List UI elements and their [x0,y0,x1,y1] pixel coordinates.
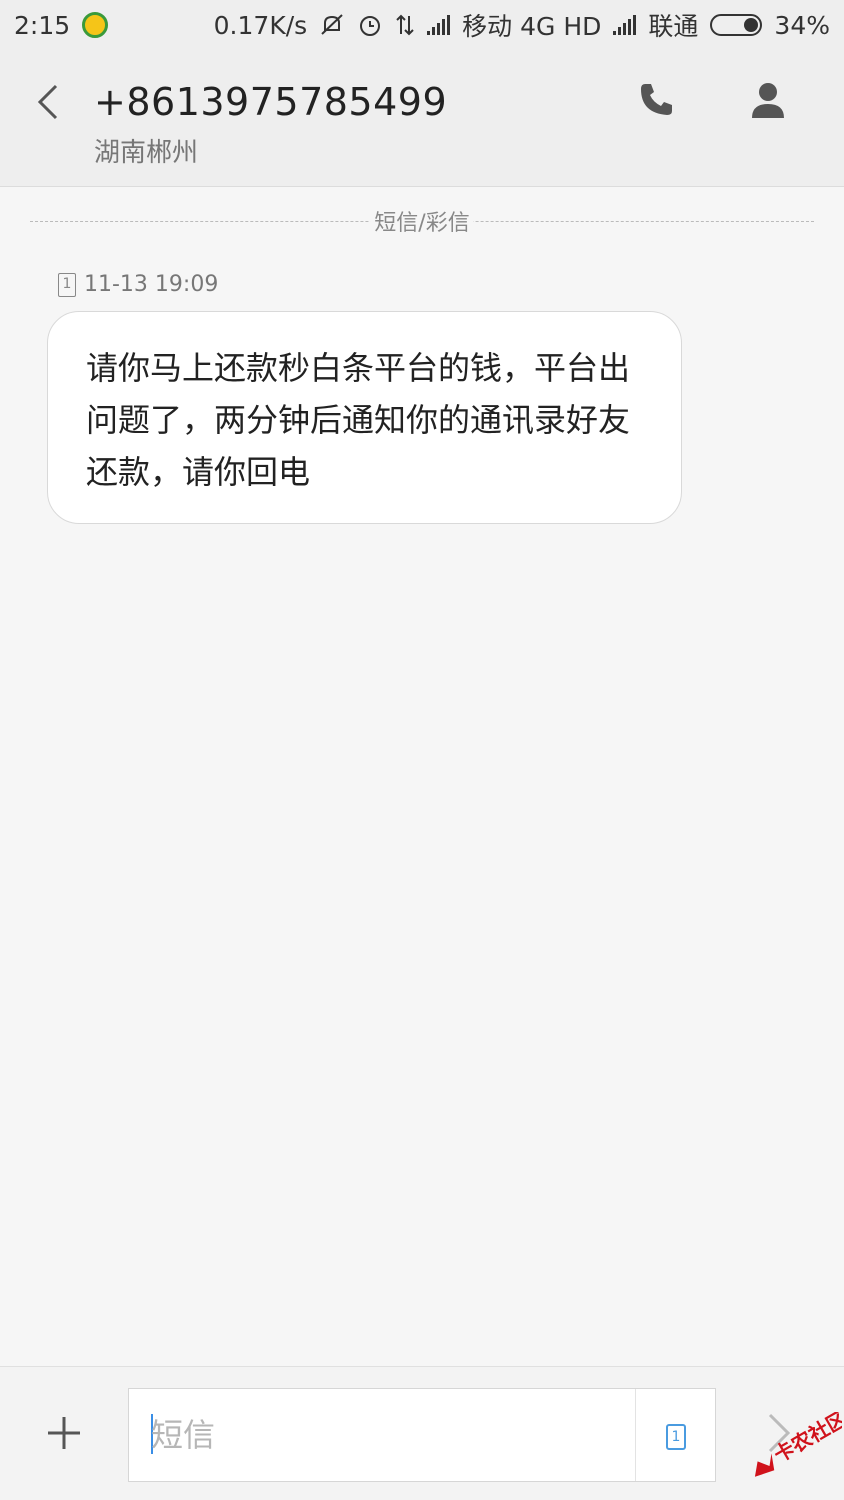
message-text: 请你马上还款秒白条平台的钱，平台出问题了，两分钟后通知你的通讯录好友还款，请你回… [86,349,631,491]
phone-call-icon[interactable] [636,80,676,120]
message-timestamp: 11-13 19:09 [84,272,219,297]
status-bar: 2:15 0.17K/s 移动 4G HD 联通 34% [0,0,844,50]
alarm-icon [357,12,383,38]
battery-level: 34% [774,10,830,40]
signal-2-icon [613,15,637,35]
input-separator [635,1389,636,1481]
status-time: 2:15 [14,10,71,40]
message-input[interactable] [151,1405,631,1465]
watermark-text: 卡农社区 [770,1412,842,1467]
carrier-1: 移动 4G HD [462,12,602,41]
back-icon[interactable] [30,80,70,124]
contact-phone-number: +8613975785499 [94,80,448,124]
add-attachment-icon[interactable] [44,1413,84,1453]
message-meta: 1 11-13 19:09 [58,272,218,297]
notification-app-icon [82,12,109,38]
conversation-header: +8613975785499 湖南郴州 [0,50,844,187]
battery-icon [710,14,763,36]
contact-location: 湖南郴州 [94,138,199,168]
sms-mms-divider: 短信/彩信 [30,205,814,239]
network-speed: 0.17K/s [213,10,308,40]
contact-profile-icon[interactable] [748,80,788,120]
message-bubble[interactable]: 请你马上还款秒白条平台的钱，平台出问题了，两分钟后通知你的通讯录好友还款，请你回… [47,311,682,524]
message-input-box: 1 [128,1388,716,1482]
signal-1-icon [427,15,451,35]
watermark-logo: 卡农社区 [742,1406,844,1478]
sim-select-icon[interactable]: 1 [666,1424,686,1450]
message-composer: 1 [0,1366,844,1500]
sim-card-icon: 1 [58,272,76,297]
carrier-2: 联通 [648,12,699,41]
mute-icon [319,12,345,38]
data-transfer-icon [395,12,415,38]
divider-label: 短信/彩信 [370,205,474,237]
